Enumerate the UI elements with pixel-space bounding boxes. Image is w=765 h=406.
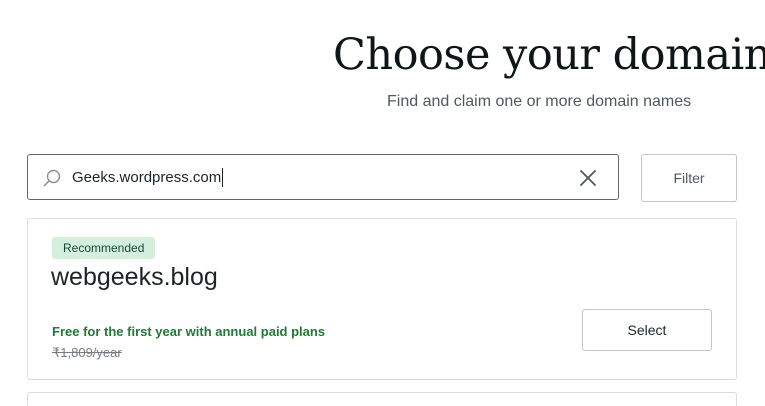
domain-search-page: Choose your domains Find and claim one o… [0, 0, 765, 406]
domain-suggestion-card: Recommended webgeeks.blog Free for the f… [27, 218, 737, 380]
search-input[interactable] [72, 155, 562, 199]
domain-name: webgeeks.blog [51, 263, 218, 291]
search-icon [43, 169, 61, 187]
domain-suggestion-card-next [27, 392, 737, 406]
recommended-badge: Recommended [52, 237, 156, 259]
filter-button[interactable]: Filter [641, 154, 737, 202]
text-cursor [222, 168, 224, 187]
page-subtitle: Find and claim one or more domain names [387, 93, 692, 110]
original-price: ₹1,809/year [52, 345, 122, 360]
close-icon[interactable] [578, 168, 598, 188]
search-box[interactable] [27, 154, 619, 200]
page-title: Choose your domains [333, 30, 765, 80]
select-domain-button[interactable]: Select [582, 309, 712, 351]
promo-text: Free for the first year with annual paid… [52, 324, 326, 339]
